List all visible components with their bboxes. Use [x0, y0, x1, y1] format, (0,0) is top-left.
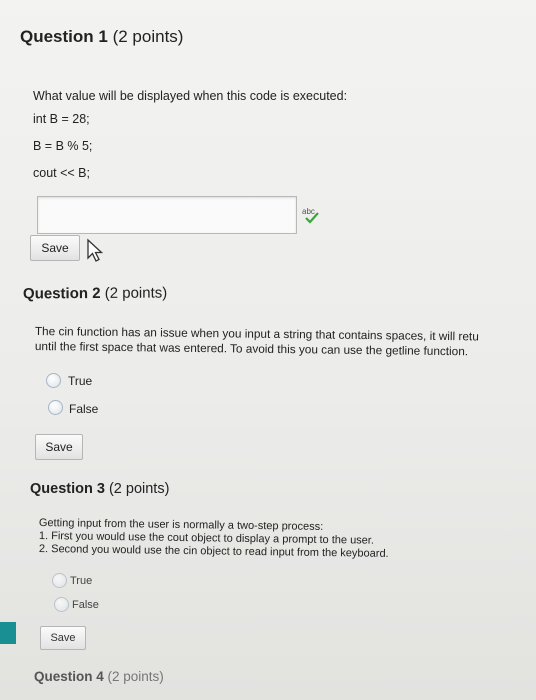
radio-true-q2[interactable] — [46, 373, 61, 388]
question-2-heading: Question 2 (2 points) — [23, 284, 167, 302]
option-false-q3: False — [72, 599, 99, 611]
question-points: (2 points) — [107, 669, 164, 684]
question-number: Question 1 — [20, 27, 108, 46]
question-number: Question 4 — [34, 669, 104, 684]
save-button-q3[interactable]: Save — [40, 626, 86, 650]
question-3-heading: Question 3 (2 points) — [30, 481, 169, 497]
save-button-q1[interactable]: Save — [30, 235, 80, 261]
answer-input[interactable] — [37, 196, 297, 234]
question-number: Question 3 — [30, 481, 105, 497]
option-true-q3: True — [70, 575, 93, 587]
code-line-1: int B = 28; — [33, 112, 90, 126]
question-4-heading: Question 4 (2 points) — [34, 669, 164, 684]
radio-false-q3[interactable] — [54, 597, 69, 612]
question-number: Question 2 — [22, 284, 101, 303]
question-points: (2 points) — [104, 284, 168, 302]
option-false-q2: False — [69, 402, 99, 416]
save-button-q2[interactable]: Save — [35, 434, 83, 460]
radio-true-q3[interactable] — [52, 573, 67, 588]
question-points: (2 points) — [108, 481, 170, 497]
mouse-pointer-icon — [86, 238, 104, 264]
question-points: (2 points) — [112, 27, 184, 46]
side-accent-marker — [0, 622, 16, 644]
radio-false-q2[interactable] — [48, 400, 63, 415]
question-1-prompt: What value will be displayed when this c… — [33, 89, 348, 103]
quiz-page: Question 1 (2 points) What value will be… — [0, 0, 536, 700]
code-line-3: cout << B; — [33, 166, 90, 180]
option-true-q2: True — [68, 374, 93, 388]
svg-text:abc: abc — [302, 207, 315, 216]
code-line-2: B = B % 5; — [33, 139, 93, 153]
question-1-heading: Question 1 (2 points) — [20, 27, 183, 47]
spellcheck-icon[interactable]: abc — [301, 206, 323, 224]
